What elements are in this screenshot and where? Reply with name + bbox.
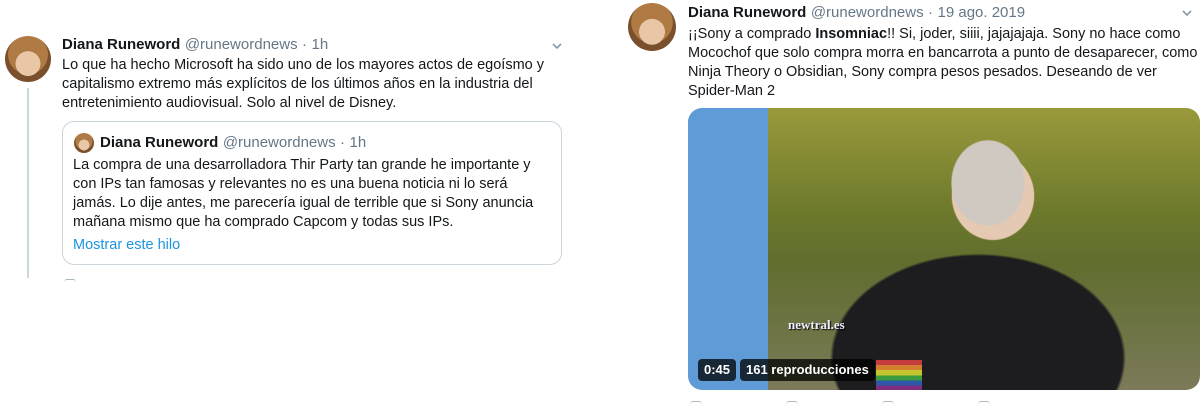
quote-time: 1h bbox=[349, 134, 367, 151]
tweet-time[interactable]: 19 ago. 2019 bbox=[938, 4, 1026, 21]
share-icon[interactable] bbox=[976, 396, 992, 404]
thread-line bbox=[27, 88, 29, 278]
rainbow-shirt-print bbox=[876, 360, 922, 390]
separator-dot: · bbox=[928, 4, 934, 21]
tweet-text-bold: Insomniac bbox=[815, 26, 888, 42]
avatar[interactable] bbox=[5, 36, 51, 82]
quoted-tweet[interactable]: Diana Runeword @runewordnews · 1h La com… bbox=[62, 121, 562, 265]
quote-header: Diana Runeword @runewordnews · 1h bbox=[100, 134, 366, 152]
tweet-right[interactable]: Diana Runeword @runewordnews · 19 ago. 2… bbox=[600, 0, 1200, 404]
video-views: 161 reproducciones bbox=[740, 359, 875, 381]
like-icon[interactable] bbox=[880, 396, 896, 404]
video-duration: 0:45 bbox=[698, 359, 737, 381]
retweet-icon[interactable] bbox=[784, 396, 800, 404]
tweet-text: Lo que ha hecho Microsoft ha sido uno de… bbox=[62, 57, 545, 111]
chevron-down-icon[interactable] bbox=[1180, 6, 1194, 20]
chevron-down-icon[interactable] bbox=[550, 39, 564, 53]
tweet-text-start: ¡¡Sony a comprado bbox=[688, 26, 816, 42]
quote-author-handle: @runewordnews bbox=[222, 134, 336, 151]
separator-dot: · bbox=[340, 134, 346, 151]
video-watermark: newtral.es bbox=[788, 317, 845, 332]
quote-text: La compra de una desarrolladora Thir Par… bbox=[73, 157, 534, 230]
tweet-left[interactable]: Diana Runeword @runewordnews · 1h Lo que… bbox=[0, 0, 600, 404]
reply-icon[interactable] bbox=[688, 396, 704, 404]
author-handle[interactable]: @runewordnews bbox=[811, 4, 924, 21]
tweet-time[interactable]: 1h bbox=[312, 36, 329, 53]
author-name[interactable]: Diana Runeword bbox=[62, 36, 180, 53]
author-handle[interactable]: @runewordnews bbox=[185, 36, 298, 53]
quote-author-name: Diana Runeword bbox=[100, 134, 219, 151]
tweet-text: ¡¡Sony a comprado Insomniac!! Si, joder,… bbox=[688, 25, 1200, 101]
show-thread-link[interactable]: Mostrar este hilo bbox=[73, 237, 180, 253]
video-player[interactable]: newtral.es 0:45 161 reproducciones bbox=[688, 108, 1200, 390]
separator-dot: · bbox=[302, 36, 308, 53]
avatar[interactable] bbox=[628, 3, 676, 51]
quote-avatar bbox=[74, 133, 94, 153]
tweet-actions bbox=[688, 396, 992, 404]
tweet-actions bbox=[62, 274, 78, 282]
tweet-header: Diana Runeword @runewordnews · 19 ago. 2… bbox=[688, 4, 1025, 22]
tweet-header: Diana Runeword @runewordnews · 1h bbox=[62, 36, 328, 54]
author-name[interactable]: Diana Runeword bbox=[688, 4, 806, 21]
reply-icon[interactable] bbox=[62, 274, 78, 282]
